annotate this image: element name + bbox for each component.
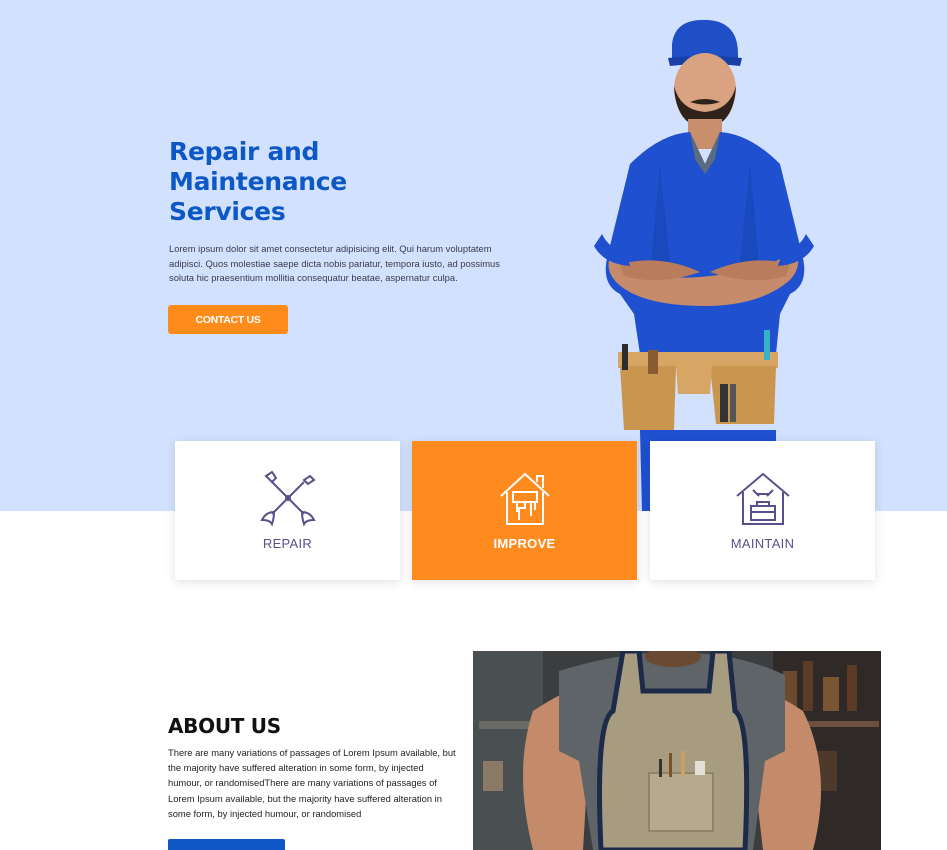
contact-us-button[interactable]: CONTACT US xyxy=(168,305,288,334)
about-photo xyxy=(473,651,881,850)
worker-photo xyxy=(594,19,814,511)
hero-title: Repair and Maintenance Services xyxy=(169,137,347,226)
crossed-wrenches-icon xyxy=(259,470,316,527)
service-card-maintain[interactable]: MAINTAIN xyxy=(650,441,875,580)
service-label-repair: REPAIR xyxy=(262,536,313,551)
about-description: There are many variations of passages of… xyxy=(168,747,456,819)
service-card-repair[interactable]: REPAIR xyxy=(175,441,400,580)
house-paint-roller-icon xyxy=(499,472,550,525)
hero-description: Lorem ipsum dolor sit amet consectetur a… xyxy=(169,243,500,283)
about-title: ABOUT US xyxy=(168,714,281,738)
service-label-improve: IMPROVE xyxy=(493,536,556,551)
service-card-improve[interactable]: IMPROVE xyxy=(412,441,637,580)
service-label-maintain: MAINTAIN xyxy=(730,536,795,551)
house-toolbox-icon xyxy=(735,472,790,525)
about-read-more-button[interactable] xyxy=(168,839,285,850)
